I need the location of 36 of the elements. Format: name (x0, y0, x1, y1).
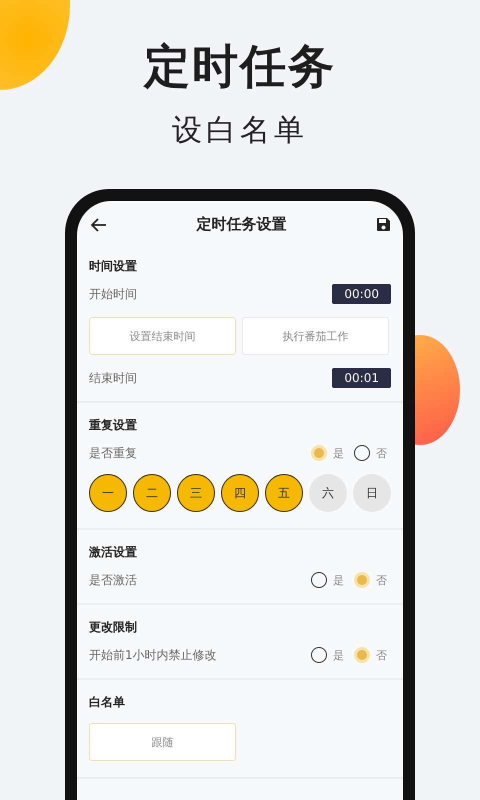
radio-label: 否 (376, 648, 387, 662)
radio-label: 是 (333, 648, 344, 662)
weekday-toggle[interactable]: 六 (309, 474, 347, 512)
radio-label: 是 (333, 446, 344, 460)
option-button[interactable]: 设置结束时间 (89, 317, 236, 355)
time-value[interactable]: 00:01 (332, 368, 391, 388)
field-label: 是否重复 (89, 444, 137, 462)
option-button[interactable]: 执行番茄工作 (242, 317, 389, 355)
back-arrow-icon[interactable] (91, 218, 107, 232)
field-label: 开始前1小时内禁止修改 (89, 646, 217, 664)
section-heading: 时间设置 (89, 258, 138, 275)
section-heading: 更改限制 (89, 619, 138, 636)
field-label: 是否激活 (89, 572, 137, 588)
save-icon[interactable] (376, 217, 391, 232)
section-heading: 重复设置 (89, 417, 138, 434)
field-label: 结束时间 (89, 370, 137, 386)
field-label: 开始时间 (89, 286, 137, 302)
promo-subtitle: 设白名单 (172, 112, 308, 150)
option-button[interactable]: 跟随 (89, 723, 236, 761)
section-heading: 激活设置 (89, 544, 138, 561)
weekday-toggle[interactable]: 五 (265, 474, 303, 512)
radio-button[interactable] (311, 572, 327, 588)
weekday-toggle[interactable]: 二 (133, 474, 171, 512)
time-value[interactable]: 00:00 (332, 284, 391, 304)
radio-label: 是 (333, 572, 344, 588)
weekday-toggle[interactable]: 三 (177, 474, 215, 512)
section-heading: 白名单 (89, 694, 126, 711)
radio-button[interactable] (354, 445, 370, 461)
radio-label: 否 (376, 446, 387, 460)
radio-label: 否 (376, 572, 387, 588)
radio-button[interactable] (311, 647, 327, 663)
weekday-toggle[interactable]: 一 (89, 474, 127, 512)
weekday-toggle[interactable]: 日 (353, 474, 391, 512)
screen-title: 定时任务设置 (196, 215, 286, 234)
weekday-toggle[interactable]: 四 (221, 474, 259, 512)
promo-title: 定时任务 (144, 38, 336, 95)
